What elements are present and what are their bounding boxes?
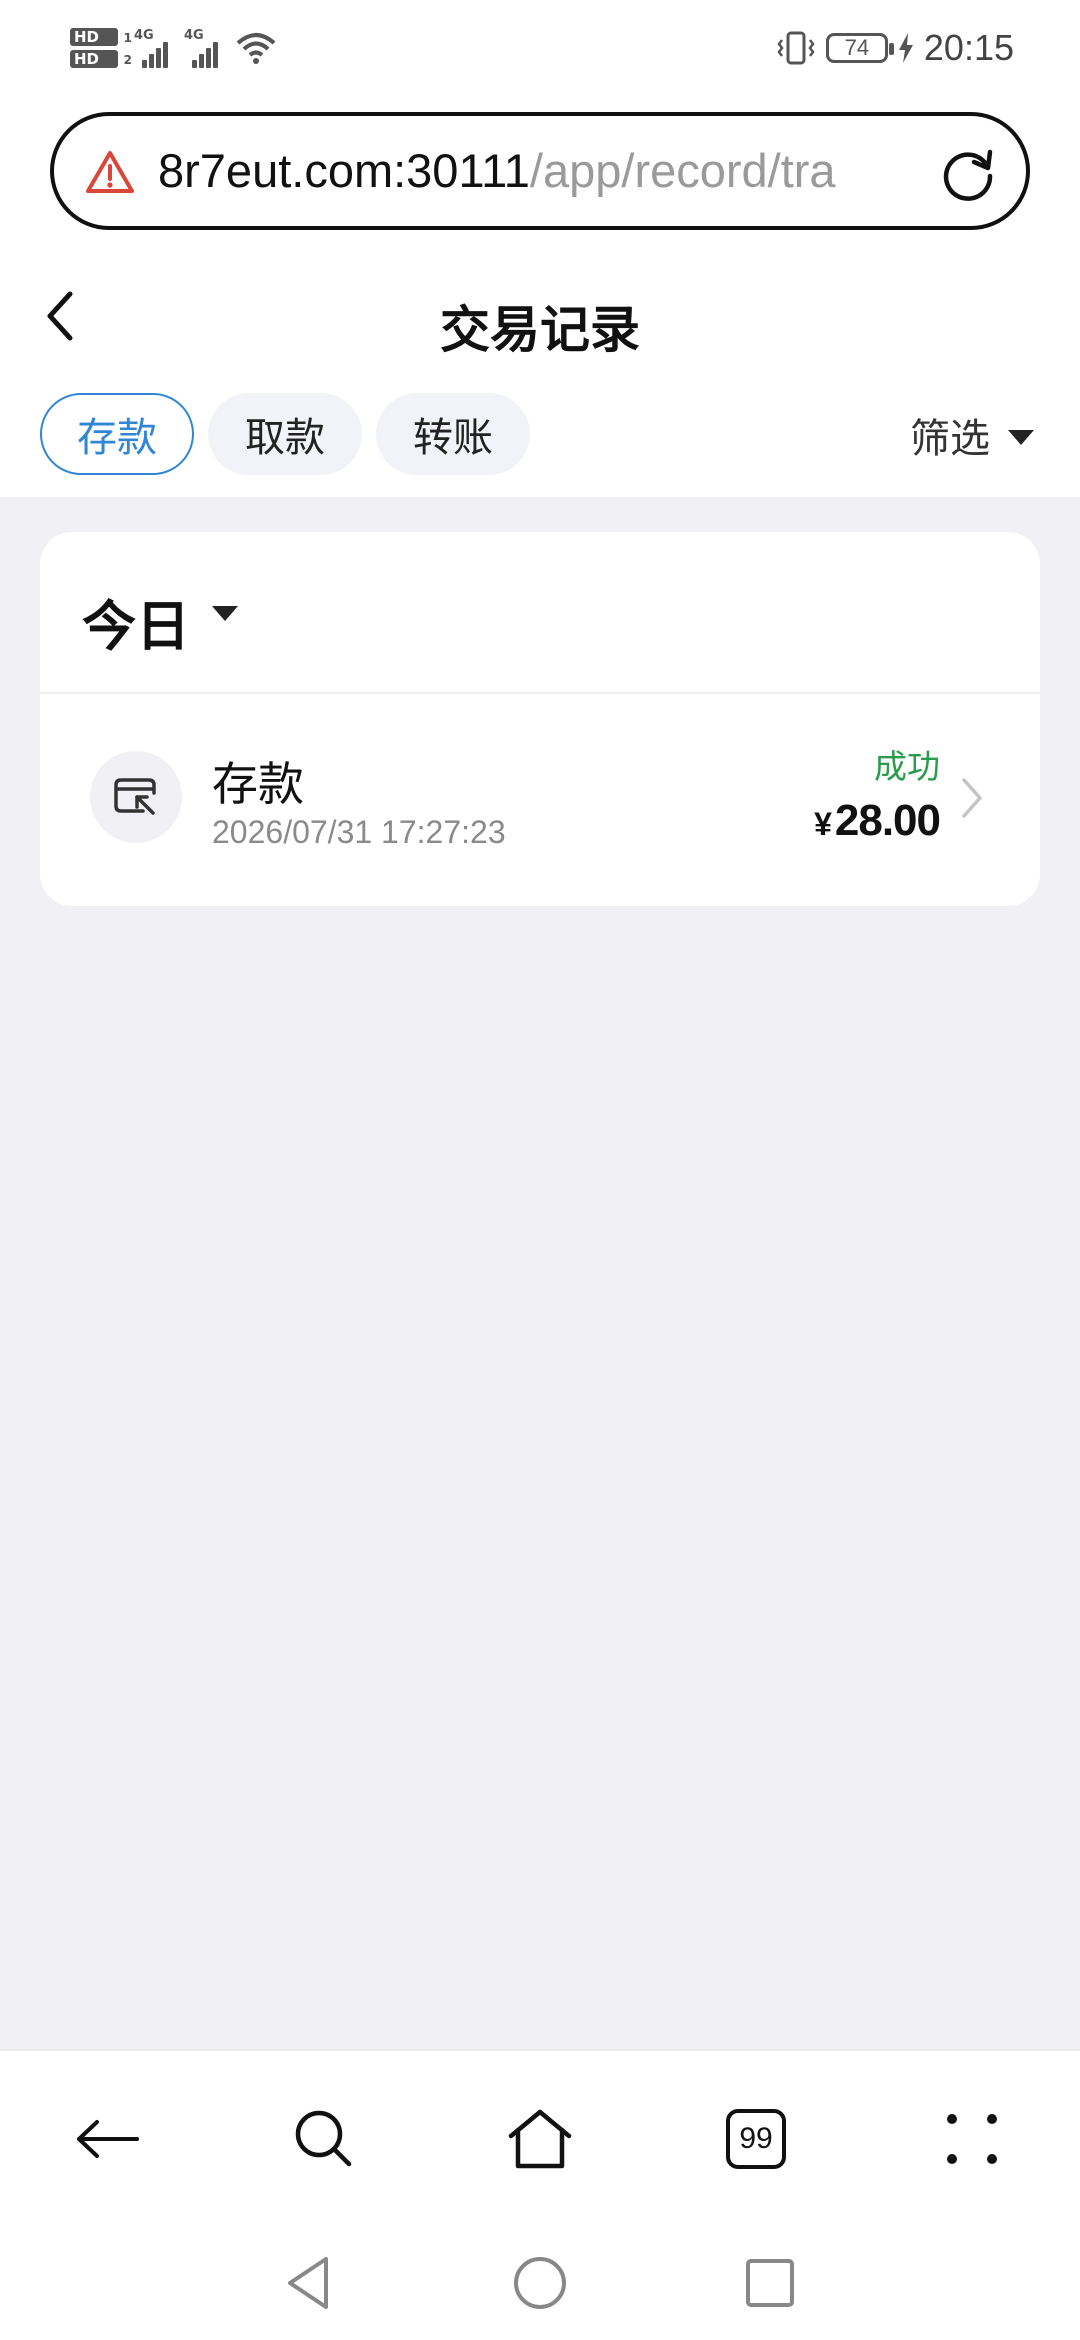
transaction-row[interactable]: 存款 2026/07/31 17:27:23 成功 ¥28.00: [40, 696, 1040, 906]
caret-down-icon-period: [212, 606, 238, 621]
tab-deposit[interactable]: 存款: [40, 393, 194, 475]
signal-icon: 4G: [134, 28, 168, 68]
more-icon[interactable]: [934, 2101, 1010, 2177]
system-navigation: [0, 2217, 1080, 2340]
warning-triangle-icon[interactable]: [86, 150, 134, 194]
transaction-amount: ¥28.00: [814, 796, 941, 846]
page: HD 1 HD 2 4G 4G 74 20:15 8r7eut.com:3011…: [0, 0, 1080, 2340]
hd-slot-1: 1: [123, 31, 132, 45]
tabs-icon[interactable]: 99: [718, 2101, 794, 2177]
record-type-tabs: 存款 取款 转账: [40, 393, 530, 477]
status-right: 74 20:15: [776, 18, 1014, 78]
url-host: 8r7eut.com:30111: [158, 144, 530, 197]
back-arrow-icon[interactable]: [70, 2101, 146, 2177]
network-type-2: 4G: [184, 28, 204, 43]
nav-back-icon[interactable]: [280, 2253, 340, 2313]
url-path: /app/record/tra: [529, 144, 836, 197]
reload-icon[interactable]: [938, 142, 998, 202]
signal-icon-2: 4G: [184, 28, 218, 68]
tab-count: 99: [726, 2109, 786, 2169]
status-left: HD 1 HD 2 4G 4G: [70, 16, 276, 80]
charging-icon: [898, 33, 913, 63]
browser-toolbar: 99: [0, 2049, 1080, 2217]
hd-label-2: HD: [74, 50, 100, 68]
hd-label-1: HD: [74, 28, 100, 46]
period-selector[interactable]: 今日: [40, 532, 1040, 694]
records-list-area: 今日 存款 2026/07/31 17:27:23 成功 ¥28.00: [0, 497, 1080, 2049]
hd-badge-1: HD 1: [70, 28, 132, 46]
caret-down-icon: [1008, 429, 1034, 445]
nav-recents-icon[interactable]: [740, 2253, 800, 2313]
period-label: 今日: [82, 595, 190, 658]
tab-withdraw[interactable]: 取款: [208, 393, 362, 475]
hd-badge-2: HD 2: [70, 50, 132, 68]
vibrate-icon: [777, 31, 815, 65]
battery-icon: 74: [825, 33, 894, 63]
records-card: 今日 存款 2026/07/31 17:27:23 成功 ¥28.00: [40, 532, 1040, 906]
deposit-icon: [90, 751, 182, 843]
battery-level: 74: [844, 35, 870, 60]
wifi-icon: [236, 33, 276, 64]
hd-slot-2: 2: [123, 53, 132, 67]
status-bar: HD 1 HD 2 4G 4G 74 20:15: [0, 0, 1080, 96]
transaction-time: 2026/07/31 17:27:23: [212, 814, 506, 850]
search-icon[interactable]: [286, 2101, 362, 2177]
filter-label: 筛选: [910, 416, 990, 462]
chevron-right-icon: [962, 778, 982, 818]
nav-header: 交易记录: [0, 260, 1080, 380]
tab-transfer[interactable]: 转账: [376, 393, 530, 475]
nav-home-icon[interactable]: [510, 2253, 570, 2313]
filter-button[interactable]: 筛选: [910, 404, 1034, 466]
amount-value: 28.00: [834, 796, 941, 845]
currency-symbol: ¥: [814, 806, 832, 842]
transaction-status: 成功: [874, 747, 940, 786]
transaction-type: 存款: [212, 757, 304, 811]
page-title: 交易记录: [440, 301, 640, 359]
network-type-1: 4G: [134, 28, 154, 43]
home-icon[interactable]: [502, 2101, 578, 2177]
url-text[interactable]: 8r7eut.com:30111/app/record/tra: [158, 116, 948, 226]
hd-indicators: HD 1 HD 2: [70, 28, 132, 68]
clock: 20:15: [923, 27, 1014, 68]
address-bar[interactable]: 8r7eut.com:30111/app/record/tra: [50, 112, 1030, 230]
